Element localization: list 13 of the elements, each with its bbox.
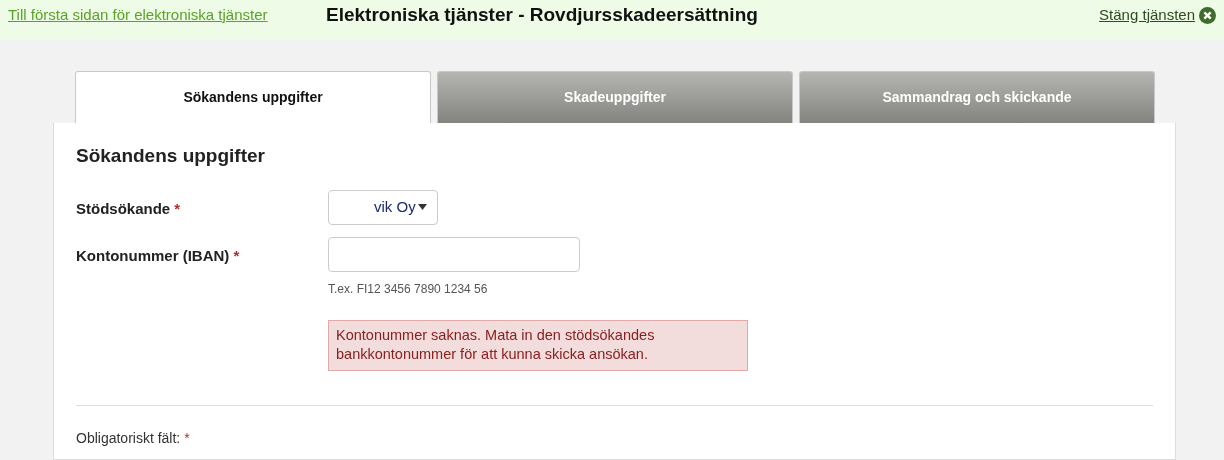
field-label: Kontonummer (IBAN) * <box>76 245 241 266</box>
input-field[interactable] <box>328 236 580 272</box>
tab[interactable]: Sökandens uppgifter <box>75 71 431 123</box>
caret-icon <box>417 204 427 211</box>
required-note: Obligatoriskt fält: * <box>76 429 190 446</box>
error-message: Kontonummer saknas. Mata in den stödsökandes bankkontonummer för att kunna skicka ansökan. <box>328 319 748 371</box>
hint-text: T.ex. FI12 3456 7890 1234 56 <box>328 280 489 298</box>
page-title: Elektroniska tjänster - Rovdjursskadeersättning <box>326 2 759 27</box>
close-icon[interactable] <box>1199 6 1216 24</box>
select-dropdown[interactable]: vik Oy <box>328 189 438 225</box>
section-title: Sökandens uppgifter <box>76 145 266 168</box>
close-link[interactable]: Stäng tjänsten <box>1099 3 1195 27</box>
field-label: Stödsökande * <box>76 198 182 219</box>
